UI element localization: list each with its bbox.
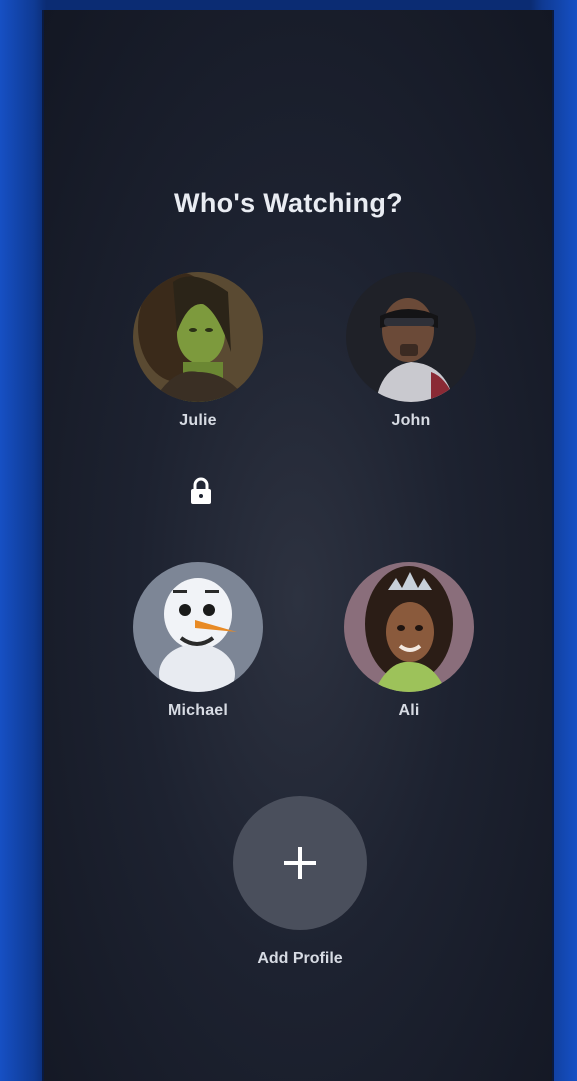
profile-name: Julie bbox=[179, 412, 217, 429]
add-profile-button[interactable]: Add Profile bbox=[231, 796, 369, 968]
profile-john[interactable]: John bbox=[344, 272, 478, 430]
profile-michael[interactable]: Michael bbox=[131, 562, 265, 720]
profile-ali[interactable]: Ali bbox=[342, 562, 476, 720]
plus-icon bbox=[284, 847, 316, 879]
green-hero-avatar-icon[interactable] bbox=[133, 272, 263, 402]
profile-name: Ali bbox=[398, 702, 420, 719]
masked-hero-avatar-icon[interactable] bbox=[346, 272, 476, 402]
page-title: Who's Watching? bbox=[174, 188, 403, 218]
add-profile-circle[interactable] bbox=[233, 796, 367, 930]
add-profile-label: Add Profile bbox=[257, 950, 343, 967]
princess-avatar-icon[interactable] bbox=[344, 562, 474, 692]
profile-name: John bbox=[391, 412, 431, 429]
profile-julie[interactable]: Julie bbox=[131, 272, 265, 430]
profile-name: Michael bbox=[167, 702, 229, 719]
snowman-avatar-icon[interactable] bbox=[133, 562, 263, 692]
lock-icon bbox=[187, 476, 215, 506]
